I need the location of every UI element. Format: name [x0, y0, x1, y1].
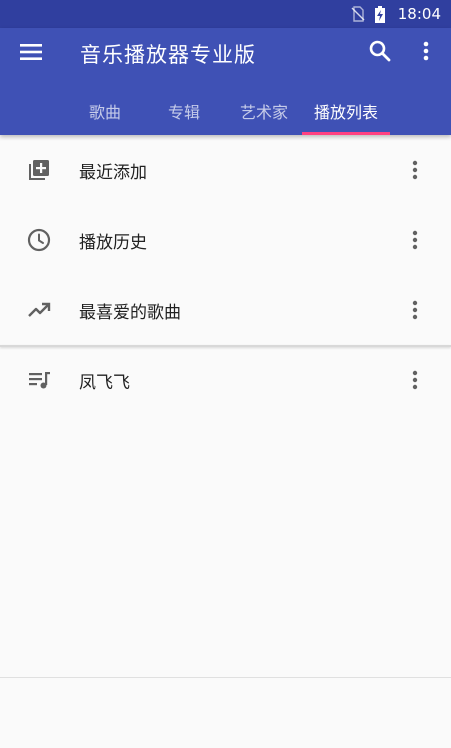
- list-item[interactable]: 最近添加: [0, 135, 451, 205]
- tab-bar: 歌曲 专辑 艺术家 播放列表: [0, 86, 451, 135]
- tab-songs[interactable]: 歌曲: [63, 86, 147, 135]
- toolbar: 音乐播放器专业版: [0, 28, 451, 78]
- section-divider: [0, 345, 451, 347]
- overflow-menu-button[interactable]: [412, 37, 440, 69]
- tab-artists[interactable]: 艺术家: [222, 86, 306, 135]
- tab-albums[interactable]: 专辑: [142, 86, 226, 135]
- battery-charging-icon: [374, 6, 390, 23]
- search-icon: [369, 40, 391, 66]
- more-vert-icon[interactable]: [404, 155, 426, 185]
- playlist-music-icon: [26, 367, 52, 393]
- trending-up-icon: [26, 297, 52, 323]
- list-item[interactable]: 播放历史: [0, 205, 451, 275]
- list-item[interactable]: 凤飞飞: [0, 345, 451, 415]
- more-vert-icon: [423, 41, 429, 65]
- list-item-label: 播放历史: [79, 232, 147, 253]
- list-item[interactable]: 最喜爱的歌曲: [0, 275, 451, 345]
- history-clock-icon: [26, 227, 52, 253]
- more-vert-icon[interactable]: [404, 365, 426, 395]
- search-button[interactable]: [364, 37, 396, 69]
- tab-playlists[interactable]: 播放列表: [302, 86, 390, 135]
- app-title: 音乐播放器专业版: [80, 43, 256, 67]
- status-bar: 18:04: [0, 0, 451, 28]
- list-item-label: 凤飞飞: [79, 372, 130, 393]
- more-vert-icon[interactable]: [404, 225, 426, 255]
- app-bar: 音乐播放器专业版 歌曲 专辑 艺术家 播放列表: [0, 28, 451, 135]
- menu-button[interactable]: [14, 37, 48, 71]
- no-sim-icon: [350, 6, 366, 22]
- list-item-label: 最喜爱的歌曲: [79, 302, 181, 323]
- playlist-add-icon: [26, 157, 52, 183]
- status-time: 18:04: [397, 5, 441, 23]
- menu-icon: [20, 43, 42, 65]
- more-vert-icon[interactable]: [404, 295, 426, 325]
- bottom-divider: [0, 677, 451, 678]
- list-item-label: 最近添加: [79, 162, 147, 183]
